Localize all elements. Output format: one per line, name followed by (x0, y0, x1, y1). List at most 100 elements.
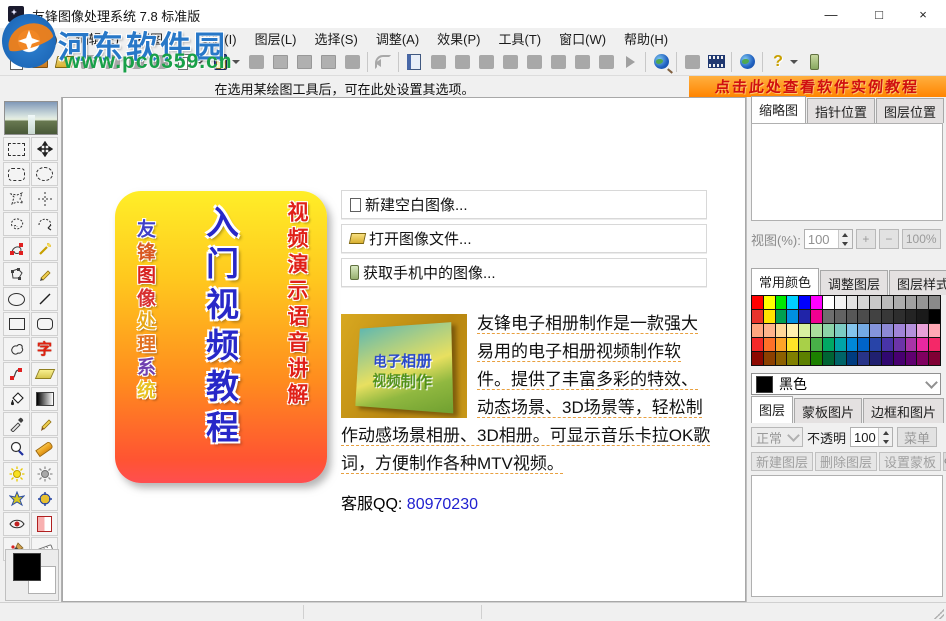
menu-help[interactable]: 帮助(H) (615, 28, 677, 49)
palette-swatch[interactable] (847, 310, 858, 323)
color-select-dropdown[interactable]: 黑色 (751, 373, 941, 395)
palette-swatch[interactable] (787, 324, 798, 337)
palette-swatch[interactable] (787, 352, 798, 365)
resize-grip[interactable] (934, 609, 944, 619)
palette-swatch[interactable] (906, 338, 917, 351)
new-layer-button[interactable]: 新建图层 (751, 452, 813, 471)
palette-swatch[interactable] (799, 338, 810, 351)
palette-swatch[interactable] (906, 352, 917, 365)
palette-swatch[interactable] (894, 310, 905, 323)
video-button[interactable] (704, 50, 728, 74)
palette-swatch[interactable] (764, 310, 775, 323)
print-button[interactable] (124, 50, 148, 74)
palette-swatch[interactable] (858, 296, 869, 309)
palette-swatch[interactable] (906, 324, 917, 337)
palette-swatch[interactable] (906, 296, 917, 309)
help-dropdown-arrow[interactable] (790, 60, 798, 64)
palette-swatch[interactable] (799, 310, 810, 323)
palette-swatch[interactable] (870, 310, 881, 323)
tool-lighten[interactable] (3, 462, 30, 486)
palette-swatch[interactable] (764, 324, 775, 337)
foreground-color-swatch[interactable] (13, 553, 41, 581)
tab-layer-style[interactable]: 图层样式 (889, 270, 946, 295)
palette-swatch[interactable] (858, 324, 869, 337)
palette-swatch[interactable] (882, 338, 893, 351)
action-new-blank-image[interactable]: 新建空白图像... (341, 190, 707, 219)
tool-red-eye[interactable] (3, 512, 30, 536)
palette-swatch[interactable] (917, 338, 928, 351)
palette-swatch[interactable] (776, 296, 787, 309)
zoom-spinbox[interactable]: 100 (804, 229, 853, 249)
batch-button[interactable] (426, 50, 450, 74)
text-tool-button[interactable] (570, 50, 594, 74)
palette-swatch[interactable] (847, 338, 858, 351)
menu-window[interactable]: 窗口(W) (550, 28, 615, 49)
tool-bezier-select[interactable] (3, 237, 30, 261)
paste-button[interactable] (208, 50, 232, 74)
album-ad-thumbnail[interactable]: 电子相册 视频制作 (341, 314, 467, 418)
zoom-out-button[interactable]: − (879, 229, 899, 249)
palette-swatch[interactable] (847, 296, 858, 309)
palette-swatch[interactable] (799, 296, 810, 309)
undo-button[interactable] (371, 50, 395, 74)
selection-transform-button[interactable] (316, 50, 340, 74)
tool-lasso[interactable] (3, 212, 30, 236)
palette-swatch[interactable] (917, 352, 928, 365)
palette-swatch[interactable] (858, 338, 869, 351)
tab-pointer-position[interactable]: 指针位置 (807, 98, 875, 123)
palette-swatch[interactable] (823, 296, 834, 309)
palette-swatch[interactable] (894, 296, 905, 309)
palette-swatch[interactable] (835, 324, 846, 337)
tool-rect-select[interactable] (3, 137, 30, 161)
palette-swatch[interactable] (811, 324, 822, 337)
tutorial-banner[interactable]: 点击此处查看软件实例教程 (689, 76, 946, 97)
copy-dropdown-arrow[interactable] (196, 60, 204, 64)
palette-swatch[interactable] (894, 338, 905, 351)
tool-rectangle-shape[interactable] (3, 312, 30, 336)
palette-swatch[interactable] (776, 324, 787, 337)
palette-swatch[interactable] (882, 324, 893, 337)
palette-swatch[interactable] (870, 352, 881, 365)
cut-selection-button[interactable] (268, 50, 292, 74)
palette-swatch[interactable] (811, 338, 822, 351)
palette-swatch[interactable] (787, 310, 798, 323)
palette-swatch[interactable] (917, 296, 928, 309)
tool-gradient[interactable] (31, 387, 58, 411)
album-ad-block[interactable]: 电子相册 视频制作 友锋电子相册制作是一款强大易用的电子相册视频制作软件。提供了… (341, 310, 713, 478)
zoom-100-button[interactable]: 100% (902, 229, 941, 249)
tab-border-image[interactable]: 边框和图片 (863, 398, 944, 423)
capture-button[interactable] (680, 50, 704, 74)
palette-swatch[interactable] (752, 310, 763, 323)
palette-swatch[interactable] (835, 296, 846, 309)
album-button[interactable] (402, 50, 426, 74)
palette-swatch[interactable] (870, 296, 881, 309)
menu-edit[interactable]: 编辑(E) (67, 28, 128, 49)
copy-button[interactable] (172, 50, 196, 74)
tool-pencil[interactable] (31, 412, 58, 436)
palette-swatch[interactable] (823, 324, 834, 337)
tool-blur[interactable] (31, 487, 58, 511)
new-from-image-button[interactable] (28, 50, 52, 74)
tool-fill[interactable] (3, 387, 30, 411)
action-open-image-file[interactable]: 打开图像文件... (341, 224, 707, 253)
palette-swatch[interactable] (823, 310, 834, 323)
palette-swatch[interactable] (894, 352, 905, 365)
palette-swatch[interactable] (870, 338, 881, 351)
maximize-button[interactable]: □ (856, 0, 902, 28)
palette-swatch[interactable] (929, 324, 940, 337)
delete-layer-button[interactable]: 删除图层 (815, 452, 877, 471)
palette-swatch[interactable] (847, 324, 858, 337)
action-get-phone-images[interactable]: 获取手机中的图像... (341, 258, 707, 287)
palette-swatch[interactable] (764, 338, 775, 351)
palette-swatch[interactable] (882, 310, 893, 323)
menu-layer[interactable]: 图层(L) (246, 28, 306, 49)
open-button[interactable] (52, 50, 76, 74)
palette-swatch[interactable] (858, 352, 869, 365)
browser-button[interactable] (735, 50, 759, 74)
tab-layer-position[interactable]: 图层位置 (876, 98, 944, 123)
menu-file[interactable]: 文件(F) (6, 28, 67, 49)
set-mask-button[interactable]: 设置蒙板 (879, 452, 941, 471)
new-button[interactable] (4, 50, 28, 74)
phone-button[interactable] (802, 50, 826, 74)
tool-rounded-rect-shape[interactable] (31, 312, 58, 336)
